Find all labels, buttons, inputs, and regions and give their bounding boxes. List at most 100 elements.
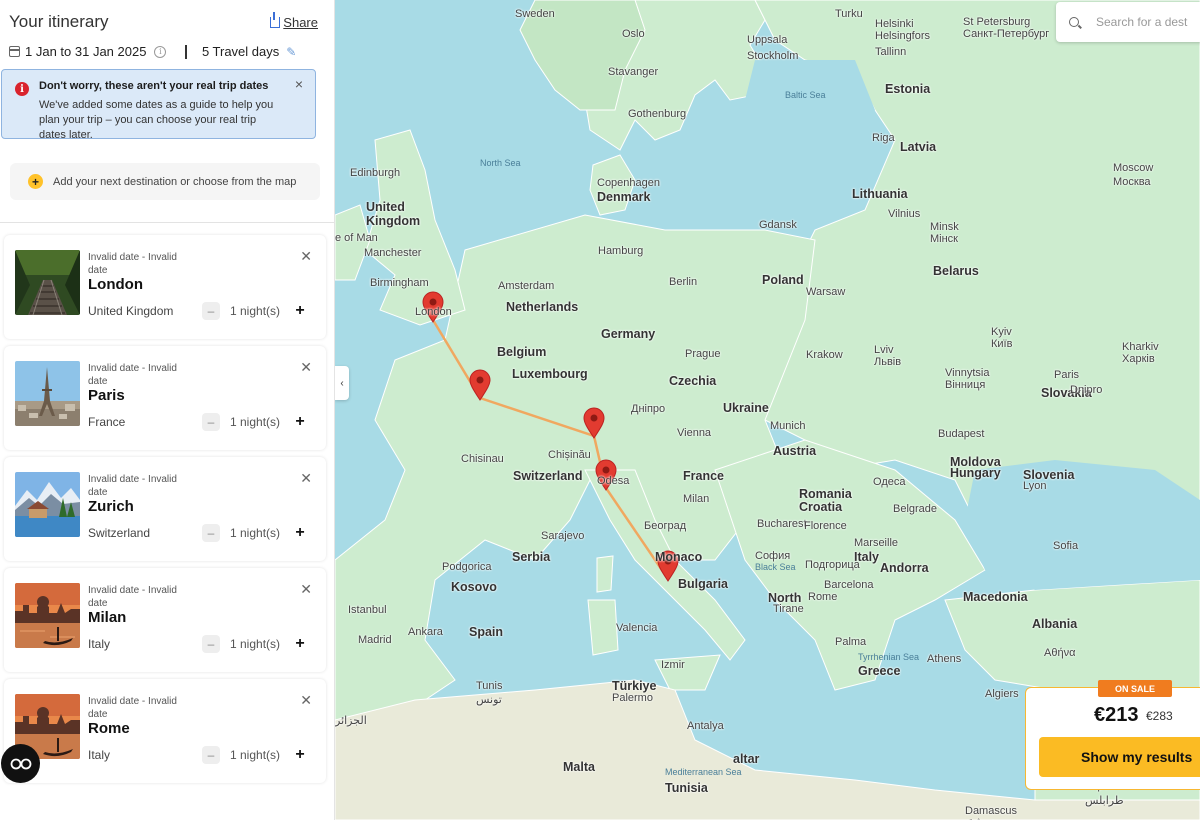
increase-nights-button[interactable]: + [291,413,309,431]
map-label-country: Türkiye [612,679,657,693]
remove-destination-icon[interactable]: ✕ [300,470,312,487]
map-label-city: Lviv [874,344,894,356]
map-label-country: Switzerland [513,469,583,483]
map-label-country: Estonia [885,82,931,96]
map-label-country: Spain [469,625,504,639]
map-label-city: Palermo [612,692,653,704]
pencil-icon[interactable]: ✎ [286,45,296,59]
map-label-city: Amsterdam [498,280,555,292]
collapse-sidebar-button[interactable]: ‹ [335,366,349,400]
map-label-country: Kingdom [366,214,421,228]
nights-count: 1 night(s) [230,304,281,318]
map-label-city: Москва [1113,176,1151,188]
share-label: Share [283,15,318,30]
price-card: ON SALE €213 €283 Show my results [1025,680,1200,790]
search-icon [1069,17,1079,27]
map-label-city: Helsingfors [875,30,931,42]
increase-nights-button[interactable]: + [291,746,309,764]
search-bar[interactable] [1056,2,1200,42]
map-label-city: Moscow [1113,162,1154,174]
destination-card[interactable]: Invalid date - Invalid date Paris France… [4,346,326,450]
date-range[interactable]: 1 Jan to 31 Jan 2025 [25,44,146,59]
add-destination-button[interactable]: + Add your next destination or choose fr… [10,163,320,200]
glasses-icon[interactable] [1,744,40,783]
decrease-nights-button[interactable]: – [202,302,220,320]
map-label-city: Kyiv [991,326,1012,338]
map-label-city: Chișinău [548,449,591,461]
map-label-city: Warsaw [806,286,846,298]
map-label-country: altar [733,752,760,766]
map-label-city: Дніпро [631,403,666,415]
remove-destination-icon[interactable]: ✕ [300,581,312,598]
map-label-city: Florence [804,520,847,532]
nights-count: 1 night(s) [230,748,281,762]
increase-nights-button[interactable]: + [291,302,309,320]
share-link[interactable]: Share [270,12,318,30]
map-label-sea: North Sea [480,158,521,168]
map-label-country: France [683,469,724,483]
map-label-city: Uppsala [747,34,788,46]
map-label-city: Munich [770,420,806,432]
map-label-city: Birmingham [370,277,429,289]
map-label-country: Luxembourg [512,367,588,381]
show-results-button[interactable]: Show my results [1039,737,1200,777]
destination-card[interactable]: Invalid date - Invalid date Rome Italy ✕… [4,679,326,783]
route-map[interactable]: Sweden Turku Helsinki Helsingfors St Petersb… [335,0,1200,820]
map-label-city: Marseille [854,537,899,549]
map-label-city: Oslo [622,28,645,40]
map-label-city: Vienna [677,427,712,439]
increase-nights-button[interactable]: + [291,524,309,542]
map-label-city: Paris [1054,369,1080,381]
map-label-city: Minsk [930,221,959,233]
map-label-city: Helsinki [875,18,914,30]
search-input[interactable] [1096,15,1200,29]
map-label-city: Algiers [985,688,1019,700]
destination-card[interactable]: Invalid date - Invalid date London Unite… [4,235,326,339]
map-label-country: Poland [762,273,804,287]
map-label-city: Riga [872,132,895,144]
decrease-nights-button[interactable]: – [202,413,220,431]
map-label-city: Krakow [806,349,843,361]
map-label-country: Ukraine [723,401,769,415]
map-label-country: Malta [563,760,595,774]
map-label-city: St Petersburg [963,16,1031,28]
remove-destination-icon[interactable]: ✕ [300,248,312,265]
destination-dates: Invalid date - Invalid date [88,363,177,387]
notice-title: Don't worry, these aren't your real trip… [39,80,269,92]
map-label-city: Rome [808,591,838,603]
map-label-city: Chisinau [461,453,504,465]
map-label-city: Istanbul [348,604,387,616]
map-label-city: Stockholm [747,50,799,62]
map-label-city: Sweden [515,8,555,20]
remove-destination-icon[interactable]: ✕ [300,359,312,376]
map-label-city: Kharkiv [1122,341,1159,353]
map-label-sea: Black Sea [755,562,796,572]
close-icon[interactable]: × [295,76,303,92]
map-label-city: Odesa [597,475,630,487]
destination-card[interactable]: Invalid date - Invalid date Zurich Switz… [4,457,326,561]
map-label-city: Gdansk [759,219,797,231]
map-label-city: Hamburg [598,245,644,257]
map-label-country: Kosovo [451,580,497,594]
map-label-city: Berlin [669,276,698,288]
map-label-city: Milan [683,493,710,505]
map-label-country: Netherlands [506,300,579,314]
decrease-nights-button[interactable]: – [202,524,220,542]
decrease-nights-button[interactable]: – [202,635,220,653]
destination-country: Italy [88,748,111,762]
map-label-city: Prague [685,348,721,360]
destination-city: Rome [88,720,130,737]
info-icon[interactable]: i [154,45,167,58]
alert-icon: i [15,82,29,96]
map-label-city: Bucharest [757,518,807,530]
destination-card[interactable]: Invalid date - Invalid date Milan Italy … [4,568,326,672]
decrease-nights-button[interactable]: – [202,746,220,764]
map-label-country: Tunisia [665,781,708,795]
nights-stepper: – 1 night(s) + [202,413,309,431]
remove-destination-icon[interactable]: ✕ [300,692,312,709]
nights-stepper: – 1 night(s) + [202,746,309,764]
map-label-city: Edinburgh [350,167,401,179]
map-label-city: Izmir [661,659,685,671]
destination-dates: Invalid date - Invalid date [88,585,177,609]
increase-nights-button[interactable]: + [291,635,309,653]
